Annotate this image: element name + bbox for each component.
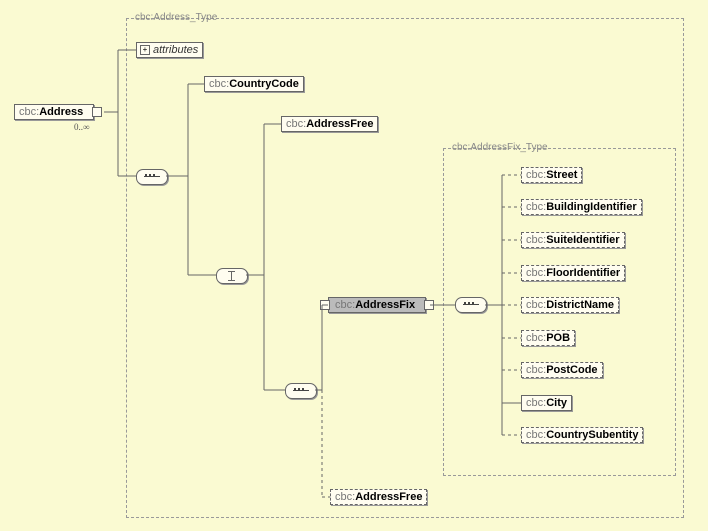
connectors — [0, 0, 708, 531]
diagram-canvas: { "root": { "prefix": "cbc:", "name": "A… — [0, 0, 708, 531]
